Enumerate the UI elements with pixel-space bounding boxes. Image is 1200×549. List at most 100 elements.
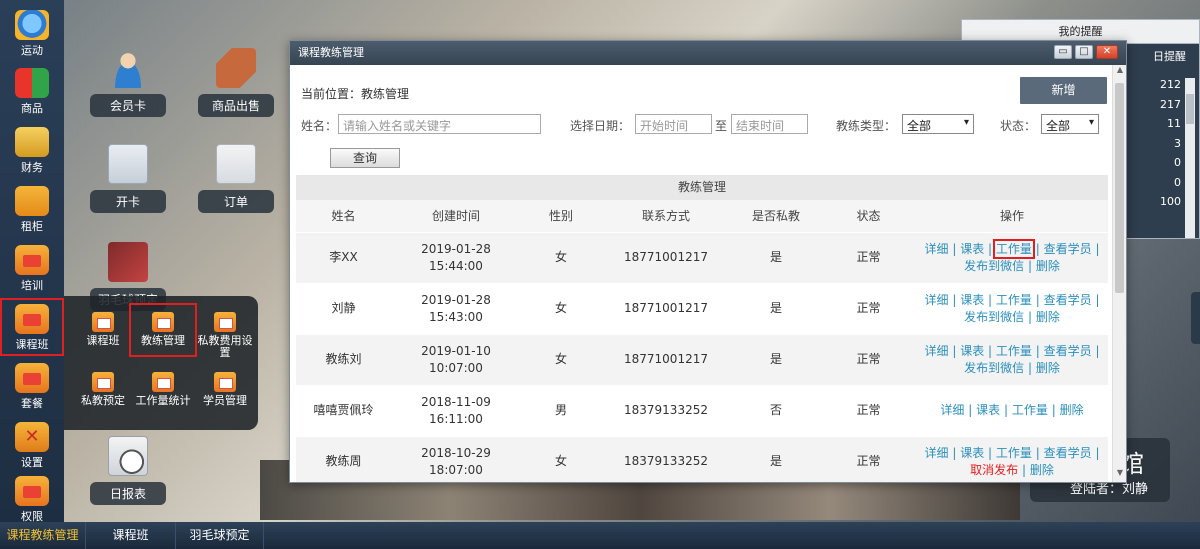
dock-item-training[interactable]: 培训 [0, 239, 64, 297]
detail-link[interactable]: 详细 [924, 242, 948, 256]
task-course-coach-management[interactable]: 课程教练管理 [0, 522, 86, 549]
detail-link[interactable]: 详细 [924, 293, 948, 307]
publish-wechat-link[interactable]: 发布到微信 [964, 310, 1024, 324]
schedule-link[interactable]: 课表 [976, 403, 1000, 417]
flyout-item-private-fee-settings[interactable]: 私教费用设置 [194, 312, 256, 359]
flyout-label: 私教预定 [81, 394, 125, 407]
detail-link[interactable]: 详细 [940, 403, 964, 417]
flyout-label: 教练管理 [141, 334, 185, 347]
window-scrollbar[interactable]: ▲ ▼ [1112, 65, 1126, 482]
report-clock-icon [108, 436, 148, 476]
delete-link[interactable]: 删除 [1036, 259, 1060, 273]
chart-icon [15, 245, 49, 275]
flyout-item-course-class[interactable]: 课程班 [72, 312, 134, 347]
flyout-item-student-management[interactable]: 学员管理 [194, 372, 256, 407]
cell-created: 2018-11-09 16:11:00 [391, 384, 521, 436]
scroll-down-icon[interactable]: ▼ [1113, 468, 1127, 482]
view-students-link[interactable]: 查看学员 [1044, 293, 1092, 307]
separator: | [1003, 403, 1009, 417]
workload-link[interactable]: 工作量 [996, 344, 1032, 358]
created-time: 16:11:00 [429, 411, 483, 426]
window-titlebar[interactable]: 课程教练管理 ▭ □ ✕ [290, 41, 1126, 65]
close-icon[interactable]: ✕ [1096, 45, 1118, 59]
schedule-link[interactable]: 课表 [960, 344, 984, 358]
separator: | [1095, 343, 1100, 358]
minimize-icon[interactable]: ▭ [1054, 45, 1072, 59]
scroll-thumb[interactable] [1115, 83, 1124, 293]
dock-label: 财务 [21, 161, 43, 174]
detail-link[interactable]: 详细 [924, 344, 948, 358]
coach-type-select[interactable]: 全部 [902, 114, 974, 134]
add-coach-button[interactable]: 新增 [1020, 77, 1107, 104]
cell-private: 是 [731, 435, 821, 482]
dock-item-finance[interactable]: 财务 [0, 121, 64, 179]
dock-label: 套餐 [21, 397, 43, 410]
unpublish-link[interactable]: 取消发布 [970, 463, 1018, 477]
desktop-daily-report[interactable]: 日报表 [90, 436, 166, 505]
course-class-flyout: 课程班 教练管理 私教费用设置 私教预定 工作量统计 学员管理 [64, 296, 258, 430]
dock-label: 运动 [21, 44, 43, 57]
cell-phone: 18379133252 [601, 435, 731, 482]
status-select[interactable]: 全部 [1041, 114, 1099, 134]
workload-link[interactable]: 工作量 [992, 238, 1035, 259]
workload-link[interactable]: 工作量 [996, 446, 1032, 460]
dock-item-goods[interactable]: 商品 [0, 62, 64, 120]
side-handle[interactable] [1191, 292, 1200, 344]
dock-item-package[interactable]: 套餐 [0, 357, 64, 415]
delete-link[interactable]: 删除 [1036, 310, 1060, 324]
maximize-icon[interactable]: □ [1075, 45, 1093, 59]
separator: | [952, 343, 957, 358]
schedule-link[interactable]: 课表 [960, 242, 984, 256]
cell-name: 教练刘 [296, 333, 391, 385]
dock-item-course-class[interactable]: 课程班 [0, 298, 64, 356]
desktop-product-sale[interactable]: 商品出售 [198, 48, 274, 117]
flyout-item-workload-stats[interactable]: 工作量统计 [132, 372, 194, 407]
table-row: 教练刘 2019-01-10 10:07:00 女 18771001217 是 正… [296, 333, 1108, 385]
detail-link[interactable]: 详细 [924, 446, 948, 460]
cell-operations: 详细 | 课表 | 工作量 | 查看学员 | 发布到微信 | 删除 [916, 231, 1108, 283]
separator: | [952, 292, 957, 307]
column-header: 状态 [821, 200, 916, 233]
desktop-label: 日报表 [90, 482, 166, 505]
date-to-label: 至 [715, 119, 728, 133]
view-students-link[interactable]: 查看学员 [1044, 344, 1092, 358]
flyout-item-private-booking[interactable]: 私教预定 [72, 372, 134, 407]
dock-item-locker[interactable]: 租柜 [0, 180, 64, 238]
publish-wechat-link[interactable]: 发布到微信 [964, 259, 1024, 273]
dock-label: 课程班 [15, 338, 49, 351]
scroll-thumb[interactable] [1186, 94, 1194, 124]
desktop-open-card[interactable]: 开卡 [90, 144, 166, 213]
locker-icon [15, 186, 49, 216]
scroll-up-icon[interactable]: ▲ [1113, 65, 1127, 79]
desktop-member-card[interactable]: 会员卡 [90, 48, 166, 117]
view-students-link[interactable]: 查看学员 [1044, 446, 1092, 460]
name-search-input[interactable]: 请输入姓名或关键字 [338, 114, 541, 134]
delete-link[interactable]: 删除 [1060, 403, 1084, 417]
start-date-input[interactable]: 开始时间 [635, 114, 712, 134]
dock-label: 商品 [21, 102, 43, 115]
schedule-link[interactable]: 课表 [960, 293, 984, 307]
end-date-input[interactable]: 结束时间 [731, 114, 808, 134]
cell-created: 2018-10-29 18:07:00 [391, 435, 521, 482]
flyout-label: 学员管理 [203, 394, 247, 407]
task-course-class[interactable]: 课程班 [86, 522, 176, 549]
cell-gender: 女 [521, 231, 601, 283]
delete-link[interactable]: 删除 [1036, 361, 1060, 375]
reminder-scrollbar[interactable] [1185, 78, 1195, 238]
desktop-order[interactable]: 订单 [198, 144, 274, 213]
cell-created: 2019-01-10 10:07:00 [391, 333, 521, 385]
created-date: 2019-01-28 [421, 241, 491, 256]
flyout-item-coach-management[interactable]: 教练管理 [129, 303, 197, 357]
publish-wechat-link[interactable]: 发布到微信 [964, 361, 1024, 375]
delete-link[interactable]: 删除 [1030, 463, 1054, 477]
column-header: 性别 [521, 200, 601, 233]
dock-item-settings[interactable]: 设置 [0, 416, 64, 474]
dock-item-sports[interactable]: 运动 [0, 4, 64, 62]
schedule-link[interactable]: 课表 [960, 446, 984, 460]
workload-link[interactable]: 工作量 [1012, 403, 1048, 417]
task-badminton-booking[interactable]: 羽毛球预定 [176, 522, 264, 549]
dock-item-permissions[interactable]: 权限 [0, 470, 64, 528]
workload-link[interactable]: 工作量 [996, 293, 1032, 307]
view-students-link[interactable]: 查看学员 [1044, 242, 1092, 256]
query-button[interactable]: 查询 [330, 148, 400, 168]
